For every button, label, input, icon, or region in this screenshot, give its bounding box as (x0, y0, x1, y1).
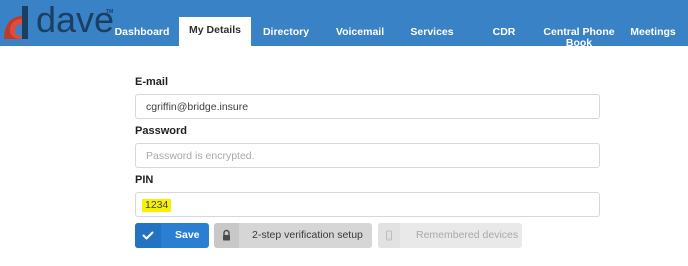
pin-field[interactable] (135, 192, 600, 217)
pin-field-value: 1234 (142, 199, 172, 212)
mobile-phone-icon (378, 223, 400, 248)
nav-tab-label: Central Phone Book (543, 26, 615, 49)
check-icon (135, 223, 161, 248)
remembered-devices-button: Remembered devices (378, 223, 522, 248)
save-button-label: Save (175, 229, 200, 241)
nav-tab-dashboard[interactable]: Dashboard (110, 0, 174, 46)
nav-tab-directory[interactable]: Directory (254, 0, 318, 46)
save-button[interactable]: Save (135, 223, 209, 248)
logo-wordmark: dave (36, 0, 115, 40)
logo-d-mark-icon (2, 6, 38, 40)
nav-tab-label: Services (410, 26, 454, 38)
nav-tab-central-phone-book[interactable]: Central Phone Book (540, 0, 618, 49)
nav-tab-services[interactable]: Services (400, 0, 464, 46)
dave-logo[interactable]: dave TM (2, 0, 114, 40)
nav-tab-cdr[interactable]: CDR (474, 0, 534, 46)
password-field[interactable] (135, 143, 600, 168)
nav-tab-label: Directory (262, 26, 310, 38)
remembered-devices-label: Remembered devices (416, 229, 519, 241)
two-step-verification-label: 2-step verification setup (252, 229, 363, 241)
nav-tab-label: My Details (189, 24, 241, 36)
nav-tab-my-details[interactable]: My Details (179, 17, 251, 46)
nav-tab-meetings[interactable]: Meetings (622, 0, 684, 46)
email-label: E-mail (135, 76, 169, 88)
nav-tab-label: Meetings (630, 26, 676, 38)
nav-tab-label: CDR (492, 26, 516, 38)
nav-tab-label: Dashboard (114, 26, 170, 38)
pin-label: PIN (135, 174, 154, 186)
top-navigation-bar: dave TM Dashboard My Details Directory V… (0, 0, 688, 49)
nav-tab-voicemail[interactable]: Voicemail (328, 0, 392, 46)
lock-icon (214, 223, 239, 248)
email-field[interactable] (135, 94, 600, 119)
password-label: Password (135, 125, 187, 137)
two-step-verification-button[interactable]: 2-step verification setup (214, 223, 372, 248)
nav-tab-label: Voicemail (335, 26, 385, 38)
